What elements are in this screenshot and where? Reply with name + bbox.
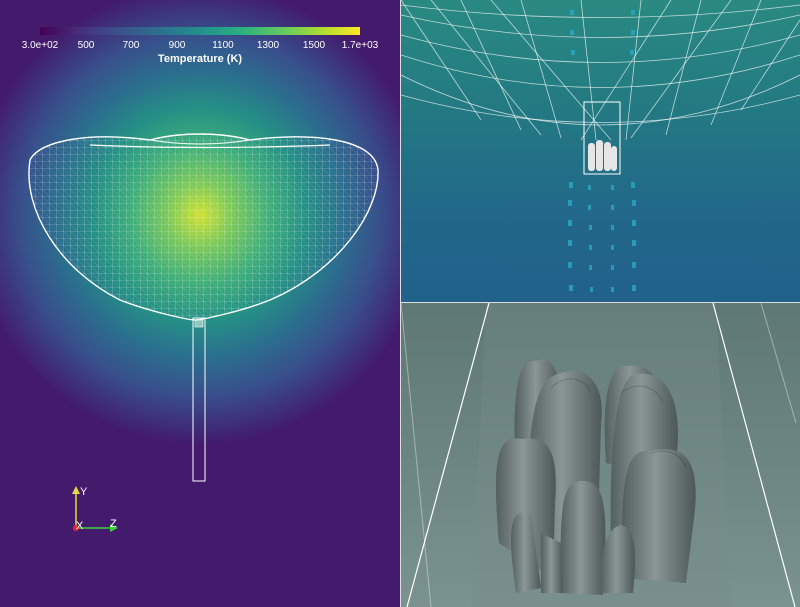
crystal-dendrites [495,359,696,595]
x-axis-label: X [76,520,84,532]
colorbar-tick: 1.7e+03 [341,40,379,51]
colorbar-tick: 900 [168,40,186,51]
colorbar-tick: 500 [77,40,95,51]
z-axis-label: Z [110,518,117,530]
crystal-marker [194,319,204,328]
temperature-colorbar [40,27,360,35]
crystal-closeup [401,303,800,607]
colorbar-title: Temperature (K) [157,53,243,65]
melt-wireframe [28,133,379,532]
colorbar-tick: 1500 [302,40,326,51]
colorbar-tick: 700 [122,40,140,51]
y-axis-label: Y [80,486,88,498]
zoom-render-view[interactable] [401,0,800,302]
main-render-view[interactable]: 3.0e+02 500 700 900 1100 1300 1500 1.7e+… [0,0,400,607]
viewport-divider-vertical[interactable] [400,0,401,607]
closeup-render-view[interactable] [401,303,800,607]
zoomed-wireframe [401,0,800,292]
seed-rod [192,317,206,482]
colorbar-tick: 1300 [256,40,280,51]
colorbar-tick: 1100 [212,40,234,51]
colorbar-tick: 3.0e+02 [21,40,59,51]
viewport-divider-horizontal[interactable] [401,302,800,303]
